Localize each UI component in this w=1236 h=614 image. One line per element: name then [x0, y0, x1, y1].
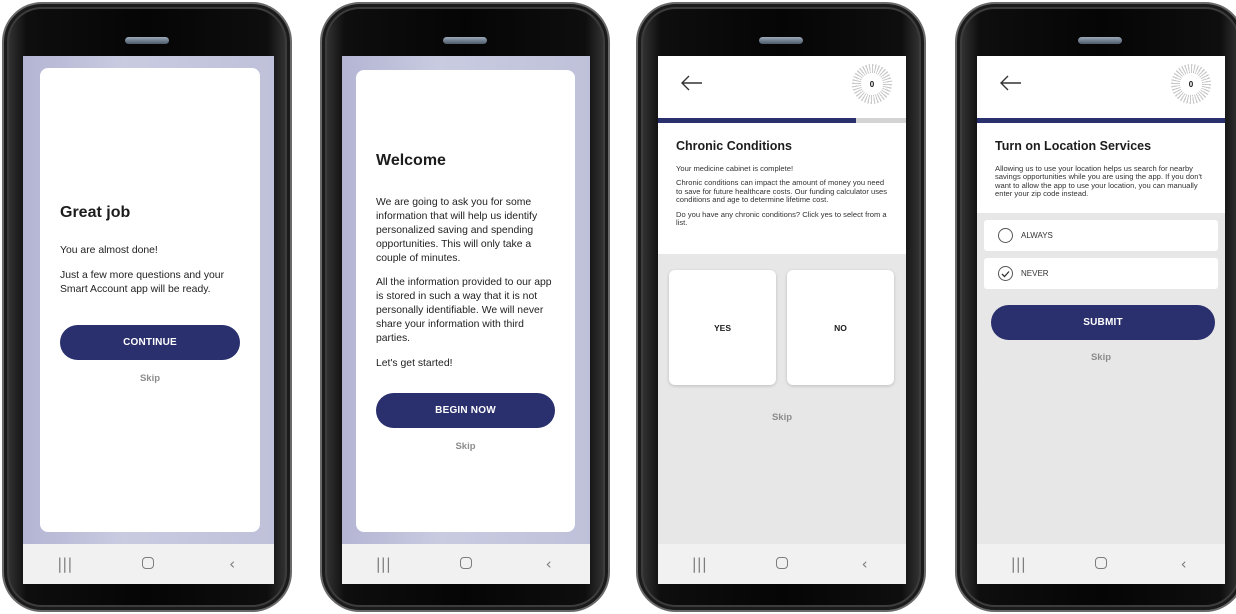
back-nav-icon[interactable]: ‹: [845, 555, 885, 573]
skip-link[interactable]: Skip: [977, 352, 1225, 363]
back-nav-icon[interactable]: ‹: [212, 555, 252, 573]
page-title: Great job: [60, 204, 131, 221]
submit-button[interactable]: SUBMIT: [991, 305, 1215, 340]
option-never[interactable]: NEVER: [984, 258, 1218, 289]
top-bar: 0: [658, 56, 906, 118]
phone-1: Great job You are almost done! Just a fe…: [2, 2, 292, 612]
question-section: Turn on Location Services Allowing us to…: [977, 123, 1225, 213]
home-icon[interactable]: [762, 555, 802, 573]
badge-count: 0: [861, 73, 883, 95]
badge-count: 0: [1180, 73, 1202, 95]
status-text: You are almost done!: [60, 245, 158, 256]
recents-icon[interactable]: |||: [998, 555, 1038, 573]
back-nav-icon[interactable]: ‹: [1164, 555, 1204, 573]
speaker-grille: [125, 37, 169, 44]
body-text: Chronic conditions can impact the amount…: [676, 178, 888, 205]
modal-card: Welcome We are going to ask you for some…: [356, 70, 575, 532]
speaker-grille: [443, 37, 487, 44]
screen-chronic-conditions: 0 Chronic Conditions Your medicine cabin…: [658, 56, 906, 584]
body-text: Allowing us to use your location helps u…: [995, 164, 1203, 199]
recents-icon[interactable]: |||: [363, 555, 403, 573]
radio-unchecked-icon[interactable]: [998, 228, 1013, 243]
home-icon[interactable]: [446, 555, 486, 573]
question-section: Chronic Conditions Your medicine cabinet…: [658, 123, 906, 254]
home-icon[interactable]: [1081, 555, 1121, 573]
android-nav-bar: ||| ‹: [658, 544, 906, 584]
body-text: Let's get started!: [376, 358, 453, 369]
top-bar: 0: [977, 56, 1225, 118]
radio-checked-icon[interactable]: [998, 266, 1013, 281]
body-text: All the information provided to our app …: [376, 277, 552, 344]
no-button[interactable]: NO: [787, 270, 894, 385]
rewards-badge-icon[interactable]: 0: [1171, 64, 1211, 104]
skip-link[interactable]: Skip: [60, 373, 240, 384]
phone-4: 0 Turn on Location Services Allowing us …: [955, 2, 1236, 612]
status-text: Your medicine cabinet is complete!: [676, 164, 794, 173]
speaker-grille: [1078, 37, 1122, 44]
body-text: Just a few more questions and your Smart…: [60, 270, 225, 295]
speaker-grille: [759, 37, 803, 44]
option-label: NEVER: [1021, 269, 1049, 278]
android-nav-bar: ||| ‹: [977, 544, 1225, 584]
option-always[interactable]: ALWAYS: [984, 220, 1218, 251]
page-title: Welcome: [376, 152, 446, 169]
recents-icon[interactable]: |||: [45, 555, 85, 573]
page-title: Turn on Location Services: [995, 139, 1152, 153]
android-nav-bar: ||| ‹: [342, 544, 590, 584]
continue-button[interactable]: CONTINUE: [60, 325, 240, 360]
rewards-badge-icon[interactable]: 0: [852, 64, 892, 104]
option-label: ALWAYS: [1021, 231, 1053, 240]
recents-icon[interactable]: |||: [679, 555, 719, 573]
screen-location-services: 0 Turn on Location Services Allowing us …: [977, 56, 1225, 584]
screen-great-job: Great job You are almost done! Just a fe…: [23, 56, 274, 584]
arrow-left-icon[interactable]: [680, 73, 704, 93]
begin-now-button[interactable]: BEGIN NOW: [376, 393, 555, 428]
phone-2: Welcome We are going to ask you for some…: [320, 2, 610, 612]
home-icon[interactable]: [128, 555, 168, 573]
android-nav-bar: ||| ‹: [23, 544, 274, 584]
page-title: Chronic Conditions: [676, 139, 792, 153]
body-text: We are going to ask you for some informa…: [376, 197, 538, 264]
screen-welcome: Welcome We are going to ask you for some…: [342, 56, 590, 584]
skip-link[interactable]: Skip: [658, 412, 906, 423]
phone-3: 0 Chronic Conditions Your medicine cabin…: [636, 2, 926, 612]
back-nav-icon[interactable]: ‹: [529, 555, 569, 573]
body-text: Do you have any chronic conditions? Clic…: [676, 209, 887, 228]
modal-card: Great job You are almost done! Just a fe…: [40, 68, 260, 532]
arrow-left-icon[interactable]: [999, 73, 1023, 93]
skip-link[interactable]: Skip: [376, 441, 555, 452]
yes-button[interactable]: YES: [669, 270, 776, 385]
